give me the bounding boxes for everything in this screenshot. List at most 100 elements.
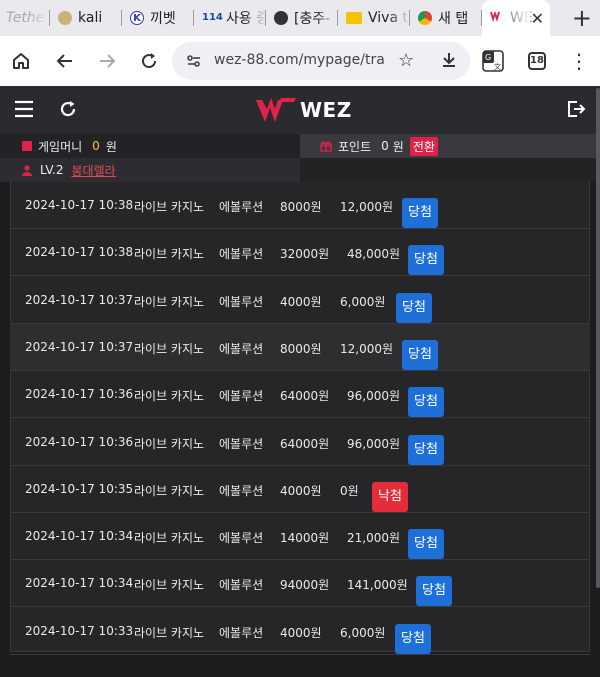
browser-tab[interactable]: kali [50,0,122,36]
result-badge: 당첨 [408,434,444,465]
menu-icon[interactable] [14,100,34,122]
result-badge: 당첨 [395,623,431,654]
close-tab-icon[interactable]: ✕ [531,9,544,28]
bet-row: 2024-10-17 10:37 라이브 카지노 에볼루션 8000원 12,000원 당… [10,323,590,371]
bet-amount: 4000원 [280,625,322,640]
browser-tab[interactable]: K 끼벳 [122,0,194,36]
point-row: 포인트 0 원 전환 [300,134,600,158]
account-info-bar: 게임머니 0 원 포인트 0 원 전환 LV.2 봉대렐라 [0,134,600,182]
reload-icon[interactable] [136,48,162,74]
bet-game: 라이브 카지노 [134,625,205,640]
bet-provider: 에볼루션 [219,341,264,356]
logo-text: WEZ [300,98,352,122]
bet-game: 라이브 카지노 [134,531,205,546]
download-icon[interactable] [440,51,458,73]
point-label: 포인트 [338,139,372,154]
rank-name-link[interactable]: 봉대렐라 [71,162,115,179]
bet-amount: 8000원 [280,200,322,214]
browser-tab[interactable]: 새 탭 [410,0,482,36]
back-icon[interactable] [52,48,78,74]
bet-provider: 에볼루션 [219,247,264,262]
more-menu-icon[interactable]: ⋮ [566,48,592,74]
bet-game: 라이브 카지노 [134,247,205,262]
win-amount: 6,000원 [340,625,386,640]
new-tab-icon[interactable]: + [572,4,592,32]
screen: Tethe kali K 끼벳 114 사용 중 [충주- Viva t [0,0,600,677]
bet-provider: 에볼루션 [219,294,264,309]
home-icon[interactable] [8,48,34,74]
game-money-row: 게임머니 0 원 [0,134,300,158]
convert-button[interactable]: 전환 [409,136,438,156]
site-logo[interactable]: WEZ [256,94,352,126]
bet-provider: 에볼루션 [219,483,264,498]
refresh-icon[interactable] [58,99,78,123]
point-unit: 원 [392,139,404,154]
translate-icon[interactable]: G文 [480,48,506,74]
tab-label: 새 탭 [438,11,469,27]
bet-game: 라이브 카지노 [134,578,205,593]
bet-row: 2024-10-17 10:34 라이브 카지노 에볼루션 94000원 141,000… [10,560,590,608]
bet-datetime: 2024-10-17 10:37 [25,292,134,307]
bet-game: 라이브 카지노 [134,294,205,309]
bet-game: 라이브 카지노 [134,436,205,451]
scrollbar[interactable] [596,88,600,588]
forward-icon[interactable] [94,48,120,74]
bet-amount: 14000원 [280,531,330,546]
win-amount: 12,000원 [340,200,394,214]
browser-tab[interactable]: 114 사용 중 [194,0,266,36]
bookmark-star-icon[interactable]: ☆ [398,50,414,71]
result-badge: 당첨 [408,387,444,418]
bet-game: 라이브 카지노 [134,483,205,498]
bet-row: 2024-10-17 10:33 라이브 카지노 에볼루션 4000원 6,000원 당첨 [10,608,590,655]
browser-tab[interactable]: Viva t [338,0,410,36]
browser-tab-strip: Tethe kali K 끼벳 114 사용 중 [충주- Viva t [0,0,600,36]
kibet-icon: K [130,11,144,25]
bet-provider: 에볼루션 [219,531,264,546]
result-badge: 당첨 [402,198,438,228]
point-value: 0 [381,139,389,153]
result-badge: 낙첨 [372,481,408,512]
wez-icon [490,11,504,25]
game-money-label: 게임머니 [38,139,83,154]
bet-datetime: 2024-10-17 10:36 [25,387,134,402]
win-amount: 21,000원 [347,531,401,546]
game-money-unit: 원 [105,139,117,154]
tab-label: kali [78,10,103,26]
bet-row: 2024-10-17 10:38 라이브 카지노 에볼루션 8000원 12,000원 당… [10,182,590,229]
bet-amount: 64000원 [280,436,330,451]
bet-row: 2024-10-17 10:34 라이브 카지노 에볼루션 14000원 21,000원… [10,513,590,561]
tab-count: 18 [528,52,546,70]
bet-game: 라이브 카지노 [134,200,205,214]
bet-amount: 4000원 [280,294,322,309]
bet-provider: 에볼루션 [219,436,264,451]
site-settings-icon[interactable] [186,53,202,73]
level-label: LV.2 [40,163,64,177]
globe-icon [274,11,288,25]
win-amount: 48,000원 [347,247,401,262]
browser-tab-active[interactable]: WE ✕ [482,0,550,36]
win-amount: 0원 [340,483,359,498]
browser-tab[interactable]: Tethe [0,0,50,36]
result-badge: 당첨 [402,339,438,370]
user-icon [22,164,32,176]
win-amount: 6,000원 [340,294,386,309]
bet-game: 라이브 카지노 [134,341,205,356]
svg-text:文: 文 [494,62,501,71]
wallet-icon [22,141,32,151]
win-amount: 12,000원 [340,341,394,356]
browser-tab[interactable]: [충주- [266,0,338,36]
win-amount: 96,000원 [347,436,401,451]
bet-provider: 에볼루션 [219,578,264,593]
site-header: WEZ [0,86,600,134]
logout-icon[interactable] [566,99,586,123]
bet-datetime: 2024-10-17 10:36 [25,434,134,449]
tab-switcher-button[interactable]: 18 [524,48,550,74]
address-bar[interactable]: wez-88.com/mypage/trad ☆ [172,42,470,80]
wez-logo-mark-icon [256,98,296,122]
bet-row: 2024-10-17 10:36 라이브 카지노 에볼루션 64000원 96,000원… [10,419,590,466]
bet-amount: 94000원 [280,578,330,593]
bet-provider: 에볼루션 [219,625,264,640]
bet-row: 2024-10-17 10:36 라이브 카지노 에볼루션 64000원 96,000원… [10,371,590,419]
bet-datetime: 2024-10-17 10:37 [25,339,134,354]
result-badge: 당첨 [408,529,444,560]
